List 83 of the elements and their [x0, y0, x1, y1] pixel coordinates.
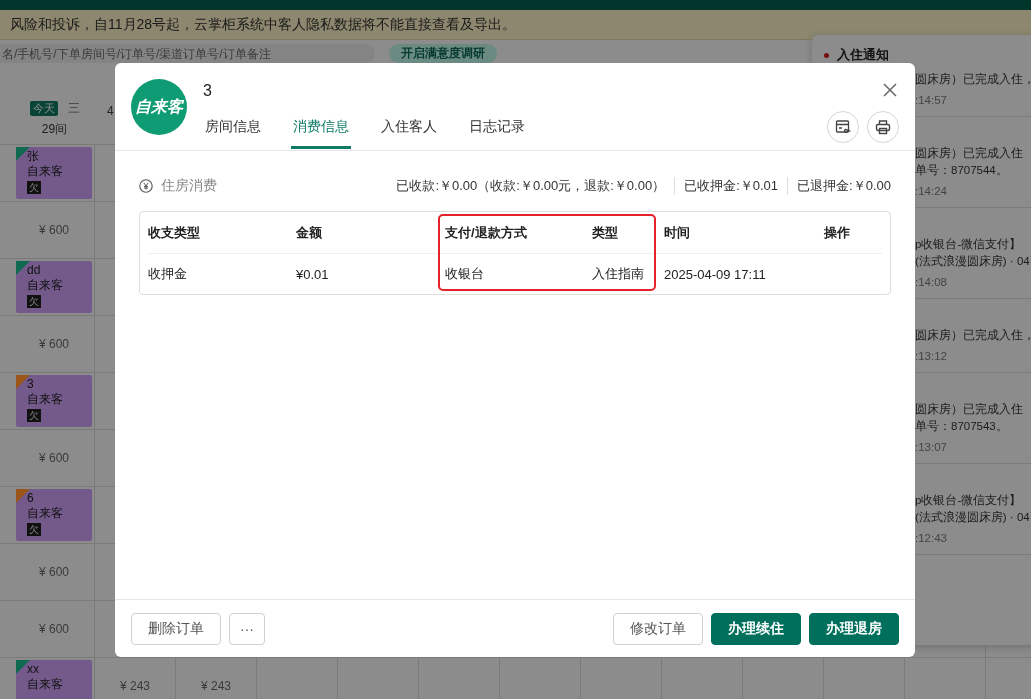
guest-name: dd: [27, 263, 41, 278]
tab[interactable]: 消费信息: [291, 118, 351, 149]
today-badge: 今天: [29, 101, 58, 116]
column-header: 收支类型: [148, 212, 296, 254]
day-label: 4: [107, 104, 114, 118]
table-cell-text: 2025-04-09 17:11: [664, 265, 767, 284]
avatar: 自来客: [131, 79, 187, 135]
guest-name: 3: [27, 377, 34, 392]
debt-badge: 欠: [27, 295, 41, 308]
notification-time: :14:24: [915, 185, 948, 197]
action-button[interactable]: 办理续住: [711, 612, 801, 645]
dialog-title: 3: [203, 81, 213, 101]
notification-text: 单号：8707544。: [915, 163, 1009, 178]
booking-card[interactable]: 6 自来客 欠: [16, 489, 92, 541]
summary-amount: 已退押金:￥0.00: [787, 177, 891, 195]
panel-title: 入住通知: [837, 46, 889, 64]
section-title: 住房消费: [161, 177, 217, 195]
delete-order-button[interactable]: 删除订单: [131, 612, 221, 645]
unread-dot: [824, 52, 829, 58]
tab[interactable]: 日志记录: [467, 118, 527, 149]
room-price: ¥ 600: [39, 337, 69, 351]
notification-text: (法式浪漫圆床房) · 04: [915, 510, 1031, 525]
column-header: 支付/退款方式: [445, 212, 592, 254]
card-button[interactable]: [827, 111, 859, 143]
notification-text: 圆床房）已完成入住: [915, 402, 1024, 417]
guest-name: 张: [27, 149, 39, 164]
close-button[interactable]: [881, 81, 899, 99]
table-cell-text: ¥0.01: [296, 265, 330, 284]
notification-time: :12:43: [915, 532, 948, 544]
booking-card[interactable]: xx 自来客: [16, 660, 92, 699]
room-price: ¥ 243: [201, 679, 231, 693]
notification-text: (法式浪漫圆床房) · 04: [915, 254, 1031, 269]
room-price: ¥ 600: [39, 622, 69, 636]
booking-card[interactable]: dd 自来客 欠: [16, 261, 92, 313]
room-price: ¥ 600: [39, 451, 69, 465]
summary-amount: 已收押金:￥0.01: [674, 177, 779, 195]
column-header: 操作: [824, 212, 882, 254]
survey-button[interactable]: 开启满意度调研: [389, 44, 497, 63]
yen-icon: [139, 179, 153, 193]
print-icon: [875, 119, 891, 135]
notification-text: 圆床房）已完成入住，: [915, 72, 1031, 87]
debt-badge: 欠: [27, 181, 41, 194]
search-field[interactable]: 名/手机号/下单房间号/订单号/渠道订单号/订单备注: [0, 44, 375, 63]
print-button[interactable]: [867, 111, 899, 143]
close-icon: [883, 83, 897, 97]
booking-card[interactable]: 张 自来客 欠: [16, 147, 92, 199]
table-cell-text: 收押金: [148, 265, 188, 283]
table-cell-text: 入住指南: [592, 265, 645, 283]
room-price: ¥ 243: [120, 679, 150, 693]
column-header: 类型: [592, 212, 664, 254]
notification-text: p收银台-微信支付】: [915, 237, 1023, 252]
guest-name: xx: [27, 662, 39, 677]
weekday-label: 三: [67, 100, 80, 117]
summary-amount: 已收款:￥0.00（收款:￥0.00元，退款:￥0.00）: [396, 177, 666, 195]
debt-badge: 欠: [27, 523, 41, 536]
table-cell-text: 收银台: [445, 265, 485, 283]
notice-text: 风险和投诉，自11月28号起，云掌柜系统中客人隐私数据将不能直接查看及导出。: [10, 15, 517, 34]
column-header: 时间: [664, 212, 824, 254]
notification-time: :14:57: [915, 94, 948, 106]
room-price: ¥ 600: [39, 223, 69, 237]
tab[interactable]: 房间信息: [203, 118, 263, 149]
card-icon: [835, 119, 851, 135]
notification-time: :13:07: [915, 441, 948, 453]
guest-source: 自来客: [27, 392, 63, 407]
action-button[interactable]: 办理退房: [809, 612, 899, 645]
action-button[interactable]: 修改订单: [613, 612, 703, 645]
notification-text: 圆床房）已完成入住，: [915, 328, 1031, 343]
more-button[interactable]: ···: [229, 612, 265, 645]
tab[interactable]: 入住客人: [379, 118, 439, 149]
guest-source: 自来客: [27, 677, 63, 692]
notification-time: :13:12: [915, 350, 948, 362]
debt-badge: 欠: [27, 409, 41, 422]
room-price: ¥ 600: [39, 565, 69, 579]
booking-card[interactable]: 3 自来客 欠: [16, 375, 92, 427]
guest-source: 自来客: [27, 506, 63, 521]
notification-text: 圆床房）已完成入住: [915, 146, 1024, 161]
guest-name: 6: [27, 491, 34, 506]
notification-time: :14:08: [915, 276, 948, 288]
guest-source: 自来客: [27, 164, 63, 179]
notification-text: 单号：8707543。: [915, 419, 1009, 434]
notification-text: p收银台-微信支付】: [915, 493, 1023, 508]
guest-source: 自来客: [27, 278, 63, 293]
room-count: 29间: [41, 121, 68, 138]
